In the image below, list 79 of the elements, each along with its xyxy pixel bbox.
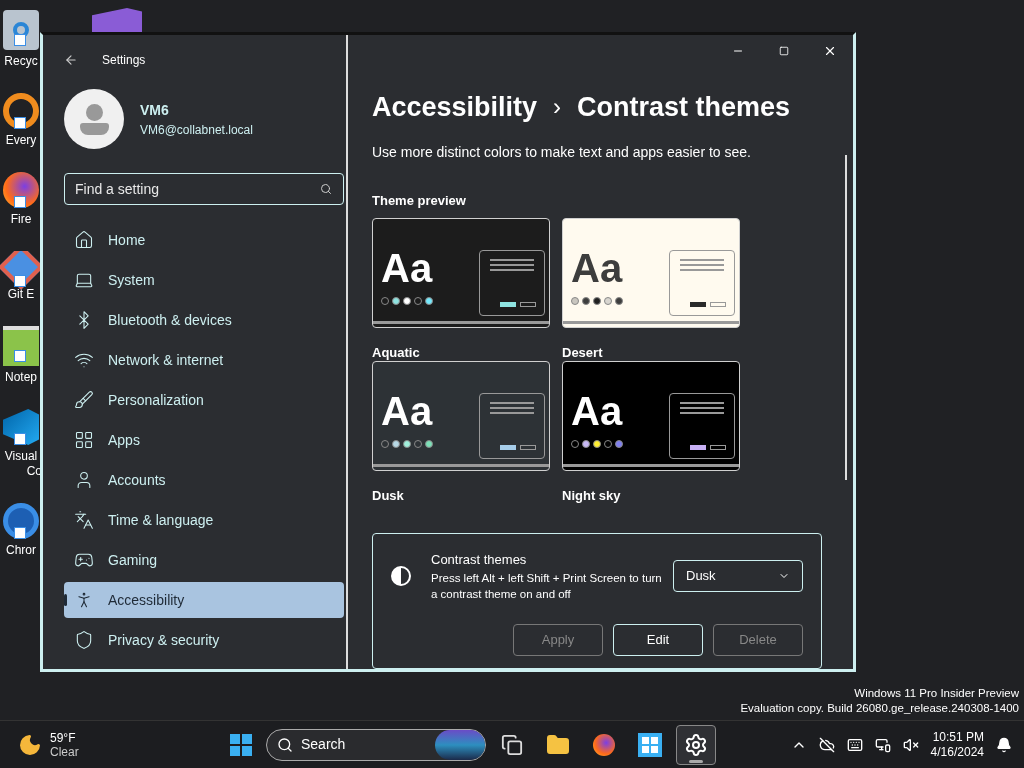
windows-logo-icon bbox=[638, 732, 662, 757]
weather-temperature[interactable]: 59°F bbox=[50, 730, 79, 745]
card-description: Press left Alt + left Shift + Print Screen to turn a contrast theme on and off bbox=[431, 570, 663, 602]
page-title: Contrast themes bbox=[577, 91, 791, 124]
apps-icon bbox=[74, 430, 94, 450]
nav-item[interactable]: Accessibility bbox=[64, 582, 344, 618]
desktop-icon-label[interactable]: Git E bbox=[7, 287, 35, 302]
sample-text: Aa bbox=[571, 389, 623, 432]
nav-item[interactable]: Gaming bbox=[64, 542, 344, 578]
weather-condition: Clear bbox=[50, 744, 79, 759]
notepad-icon bbox=[3, 326, 39, 366]
bell-icon[interactable] bbox=[996, 736, 1012, 753]
app-icon[interactable] bbox=[92, 8, 142, 32]
section-title: Theme preview bbox=[372, 191, 467, 210]
page-description: Use more distinct colors to make text and apps easier to see. bbox=[372, 142, 752, 162]
volume-muted-icon[interactable] bbox=[902, 736, 919, 753]
nav-item[interactable]: System bbox=[64, 262, 344, 298]
sample-text: Aa bbox=[381, 247, 433, 289]
action-button[interactable]: Edit bbox=[613, 623, 703, 656]
theme-name: Night sky bbox=[562, 486, 622, 505]
cloud-off-icon[interactable] bbox=[818, 736, 835, 753]
theme-preview[interactable]: Aa bbox=[562, 360, 740, 471]
search-field[interactable]: Find a setting bbox=[64, 173, 344, 205]
desktop-icon-label[interactable]: Notep bbox=[5, 370, 37, 385]
nav-item[interactable]: Bluetooth & devices bbox=[64, 302, 344, 338]
avatar-icon bbox=[64, 89, 124, 149]
contrast-icon bbox=[391, 565, 411, 586]
nav-item[interactable]: Time & language bbox=[64, 502, 344, 538]
home-icon bbox=[74, 230, 94, 250]
breadcrumb-separator: › bbox=[553, 92, 562, 123]
gear-icon bbox=[684, 732, 708, 757]
desktop-icon-label[interactable]: Chror bbox=[6, 543, 36, 558]
evaluation-notice: Evaluation copy. Build 26080.ge_release.240308-1400 bbox=[740, 701, 1019, 716]
taskbar-app[interactable] bbox=[676, 724, 716, 765]
folder-icon bbox=[546, 732, 570, 757]
theme-name: Aquatic bbox=[372, 344, 421, 362]
nav-item[interactable]: Personalization bbox=[64, 382, 344, 418]
clock-date[interactable]: 4/16/2024 bbox=[930, 744, 984, 760]
search-icon bbox=[320, 183, 332, 195]
moon-icon bbox=[18, 732, 42, 757]
search-icon bbox=[277, 736, 293, 753]
nav-item[interactable]: Home bbox=[64, 222, 344, 258]
nav-item[interactable]: Network & internet bbox=[64, 342, 344, 378]
clock-time[interactable]: 10:51 PM bbox=[932, 729, 984, 745]
task-view-icon bbox=[501, 733, 523, 756]
theme-preview[interactable]: Aa bbox=[372, 360, 550, 471]
sample-text: Aa bbox=[571, 247, 623, 289]
brush-icon bbox=[74, 390, 94, 410]
nav-item[interactable]: Apps bbox=[64, 422, 344, 458]
breadcrumb-link[interactable]: Accessibility bbox=[372, 87, 538, 128]
monitor-icon[interactable] bbox=[874, 736, 891, 753]
close-icon bbox=[823, 44, 837, 58]
desktop-icon-label[interactable]: Every bbox=[5, 133, 37, 148]
browser-icon bbox=[593, 733, 615, 756]
shield-icon bbox=[74, 630, 94, 650]
theme-dropdown[interactable]: Dusk bbox=[673, 559, 803, 592]
theme-name: Desert bbox=[562, 344, 604, 362]
theme-name: Dusk bbox=[372, 486, 405, 505]
card-title: Contrast themes bbox=[431, 551, 528, 569]
evaluation-notice: Windows 11 Pro Insider Preview bbox=[854, 686, 1019, 701]
back-icon[interactable] bbox=[64, 53, 78, 67]
nav-item[interactable]: Accounts bbox=[64, 462, 344, 498]
user-name: VM6 bbox=[140, 100, 170, 120]
user-email: VM6@collabnet.local bbox=[140, 121, 253, 139]
desktop-icon-label[interactable]: Recyc bbox=[4, 54, 38, 69]
windows-logo-icon bbox=[230, 733, 252, 756]
maximize-icon bbox=[779, 46, 789, 56]
keyboard-icon[interactable] bbox=[846, 736, 863, 753]
taskbar-search[interactable]: Search bbox=[266, 728, 486, 761]
mountain-picture bbox=[435, 729, 485, 760]
theme-preview[interactable]: Aa bbox=[372, 218, 550, 328]
window-title: Settings bbox=[102, 52, 146, 69]
sample-text: Aa bbox=[381, 389, 433, 432]
theme-preview[interactable]: Aa bbox=[562, 218, 740, 328]
nav-item[interactable]: Privacy & security bbox=[64, 622, 344, 658]
recycle-bin-icon bbox=[3, 10, 39, 50]
language-icon bbox=[74, 510, 94, 530]
desktop-icon-label[interactable]: Visual bbox=[4, 449, 38, 464]
desktop-icon-label[interactable]: Fire bbox=[10, 212, 32, 227]
